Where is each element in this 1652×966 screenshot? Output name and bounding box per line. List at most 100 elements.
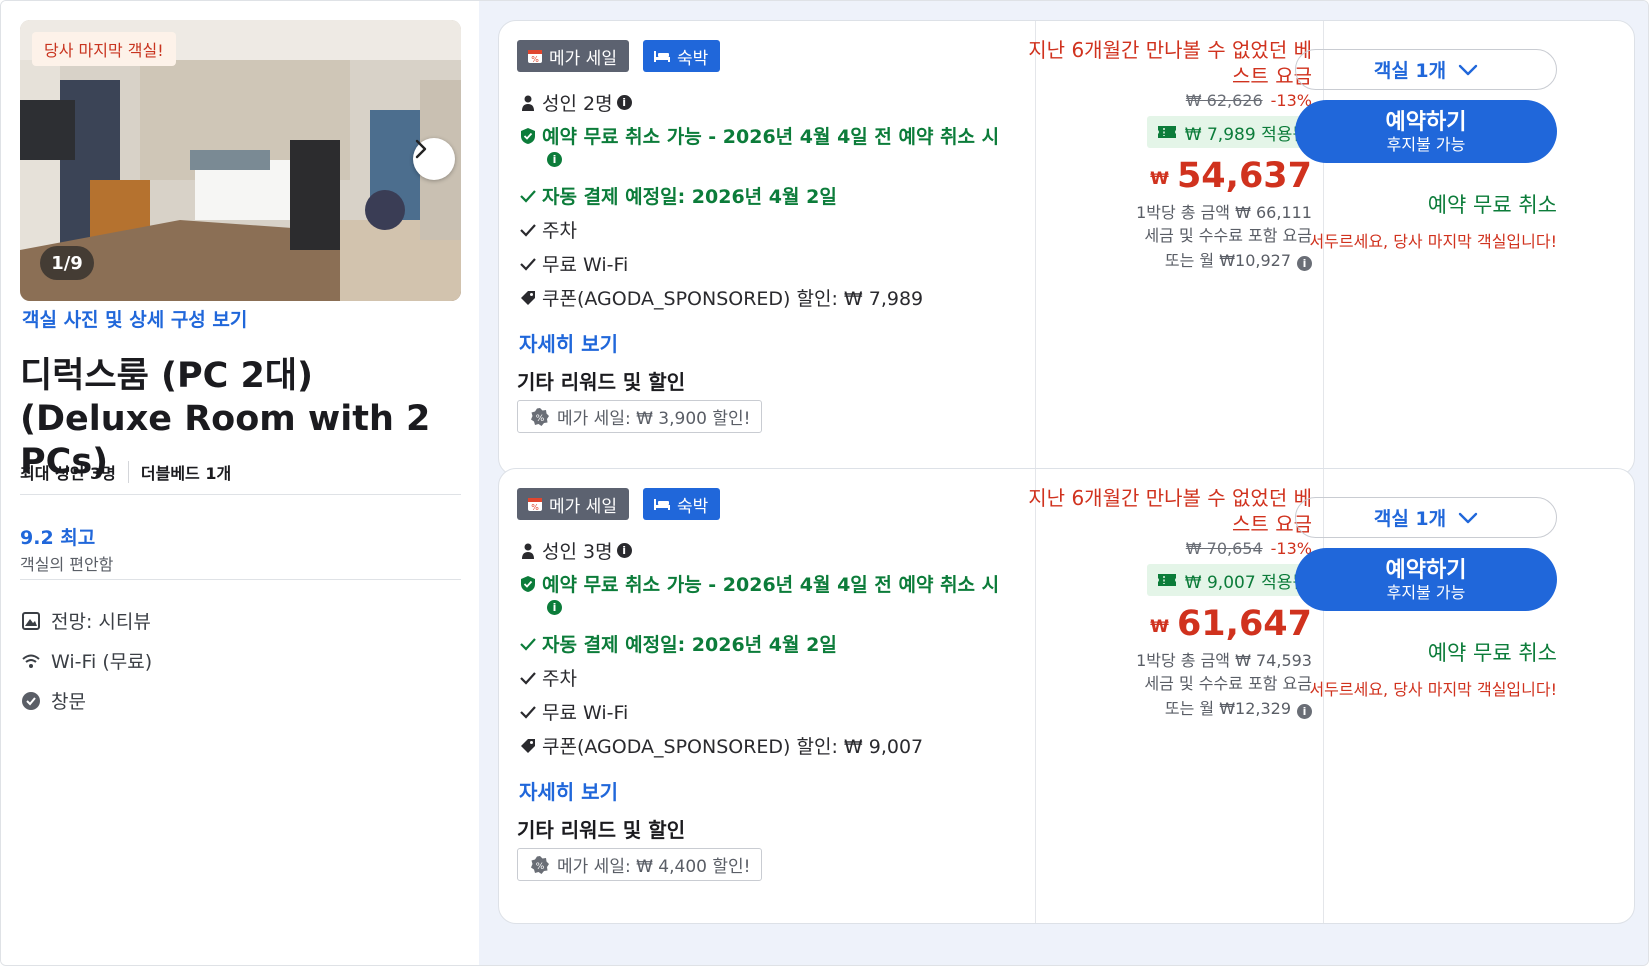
coupon-text: 쿠폰(AGODA_SPONSORED) 할인: ₩ 7,989 [542, 288, 924, 310]
more-details-link[interactable]: 자세히 보기 [519, 776, 618, 805]
photo-counter: 1/9 [40, 246, 94, 280]
room-summary: 당사 마지막 객실! 1/9 객실 사진 및 상세 구성 보기 디럭스룸 (PC… [1, 1, 479, 965]
parking-line: 주차 [517, 216, 577, 243]
next-photo-button[interactable] [413, 138, 455, 180]
book-button-label: 예약하기 [1385, 557, 1467, 583]
coupon-text: 쿠폰(AGODA_SPONSORED) 할인: ₩ 9,007 [542, 736, 924, 758]
amenity-label: 창문 [51, 691, 86, 713]
amenity-window: 창문 [20, 687, 86, 714]
info-icon[interactable]: i [547, 600, 562, 615]
room-photo[interactable]: 당사 마지막 객실! 1/9 [20, 20, 461, 301]
check-icon [517, 705, 539, 719]
review-score[interactable]: 9.2 최고 [20, 523, 95, 550]
divider [20, 579, 461, 580]
info-icon[interactable]: i [1297, 256, 1312, 271]
room-count-select[interactable]: 객실 1개 [1295, 49, 1557, 90]
mega-sale-text: 메가 세일: ₩ 3,900 할인! [557, 409, 751, 429]
free-cancel-text: 예약 무료 취소 가능 - 2026년 4월 4일 전 예약 취소 시 [542, 574, 1000, 596]
wifi-line: 무료 Wi-Fi [517, 698, 628, 725]
tag-label: 숙박 [677, 496, 709, 517]
tax-note: 세금 및 수수료 포함 요금 [1144, 674, 1312, 693]
stay-tag: 숙박 [643, 488, 721, 520]
room-count-label: 객실 1개 [1373, 60, 1447, 82]
last-room-warning: 서두르세요, 당사 마지막 객실입니다! [1309, 232, 1557, 251]
guests-label: 성인 2명 [542, 93, 613, 115]
calendar-percent-icon: % [527, 48, 543, 64]
book-button-sublabel: 후지불 가능 [1386, 134, 1466, 154]
mega-sale-tag: % 메가 세일 [517, 488, 629, 520]
person-icon [517, 543, 539, 559]
mega-sale-chip: % 메가 세일: ₩ 4,400 할인! [517, 848, 763, 881]
wifi-text: 무료 Wi-Fi [542, 254, 629, 276]
room-count-select[interactable]: 객실 1개 [1295, 497, 1557, 538]
monthly-price-row: 또는 월 ₩10,927 i [1039, 247, 1312, 271]
check-circle-icon [20, 690, 42, 712]
room-listing: 당사 마지막 객실! 1/9 객실 사진 및 상세 구성 보기 디럭스룸 (PC… [0, 0, 1649, 966]
view-icon [20, 610, 42, 632]
chevron-down-icon [1458, 64, 1478, 76]
divider [1035, 469, 1036, 923]
last-room-warning: 서두르세요, 당사 마지막 객실입니다! [1309, 680, 1557, 699]
coupon-applied-text: ₩ 7,989 적용됨 [1184, 124, 1308, 145]
bed-icon [653, 497, 671, 511]
tag-label: 숙박 [677, 48, 709, 69]
original-price: ₩ 62,626 [1185, 91, 1263, 110]
book-button-label: 예약하기 [1385, 109, 1467, 135]
offer-card: % 메가 세일 숙박 성인 3명 i 예약 무료 취소 가능 - 2026년 4… [498, 468, 1635, 924]
free-cancel-note: 예약 무료 취소 [1427, 193, 1557, 217]
check-icon [517, 257, 539, 271]
per-night-total: 1박당 총 금액 ₩ 74,593 [1136, 651, 1312, 670]
parking-text: 주차 [542, 668, 577, 690]
check-icon [517, 671, 539, 685]
amenity-label: Wi-Fi (무료) [51, 651, 153, 673]
coupon-line: 쿠폰(AGODA_SPONSORED) 할인: ₩ 9,007 [517, 732, 923, 759]
ticket-icon [1157, 573, 1177, 587]
svg-text:%: % [531, 55, 539, 64]
free-cancel-note: 예약 무료 취소 [1427, 641, 1557, 665]
mega-sale-text: 메가 세일: ₩ 4,400 할인! [557, 857, 751, 877]
coupon-applied-text: ₩ 9,007 적용됨 [1184, 572, 1308, 593]
best-price-label: 지난 6개월간 만나볼 수 없었던 베스트 요금 [1028, 486, 1312, 536]
calendar-percent-icon: % [527, 496, 543, 512]
monthly-price: 또는 월 ₩12,329 [1164, 699, 1291, 718]
guests-label: 성인 3명 [542, 541, 613, 563]
original-price-row: ₩ 70,654 -13% [1039, 539, 1312, 558]
badge-percent-icon: % [530, 855, 550, 875]
room-specs: 최대 성인 3명 더블베드 1개 [20, 460, 231, 484]
amenity-view: 전망: 시티뷰 [20, 607, 151, 634]
original-price: ₩ 70,654 [1185, 539, 1263, 558]
info-icon[interactable]: i [1297, 704, 1312, 719]
book-button[interactable]: 예약하기 후지불 가능 [1295, 548, 1557, 611]
info-icon[interactable]: i [616, 95, 632, 110]
info-icon[interactable]: i [616, 543, 632, 558]
tag-label: 메가 세일 [549, 496, 617, 517]
free-cancel-line: 예약 무료 취소 가능 - 2026년 4월 4일 전 예약 취소 시 [517, 570, 999, 597]
rewards-title: 기타 리워드 및 할인 [517, 370, 686, 394]
photo-details-link[interactable]: 객실 사진 및 상세 구성 보기 [22, 305, 247, 332]
check-icon [517, 223, 539, 237]
bed-icon [653, 49, 671, 63]
final-price: ₩61,647 [1039, 603, 1312, 648]
svg-text:%: % [536, 862, 545, 872]
monthly-price: 또는 월 ₩10,927 [1164, 251, 1291, 270]
book-button[interactable]: 예약하기 후지불 가능 [1295, 100, 1557, 163]
free-cancel-info: i [543, 152, 562, 167]
more-details-link[interactable]: 자세히 보기 [519, 328, 618, 357]
final-price-value: 54,637 [1176, 156, 1312, 196]
amenity-wifi: Wi-Fi (무료) [20, 647, 152, 674]
tag-label: 메가 세일 [549, 48, 617, 69]
divider [1035, 21, 1036, 475]
monthly-price-row: 또는 월 ₩12,329 i [1039, 695, 1312, 719]
final-price-value: 61,647 [1176, 604, 1312, 644]
coupon-line: 쿠폰(AGODA_SPONSORED) 할인: ₩ 7,989 [517, 284, 923, 311]
currency-symbol: ₩ [1150, 169, 1169, 189]
book-button-sublabel: 후지불 가능 [1386, 582, 1466, 602]
info-icon[interactable]: i [547, 152, 562, 167]
per-night-total: 1박당 총 금액 ₩ 66,111 [1136, 203, 1312, 222]
divider [20, 494, 461, 495]
auto-pay-text: 자동 결제 예정일: 2026년 4월 2일 [542, 186, 837, 208]
rewards-title: 기타 리워드 및 할인 [517, 818, 686, 842]
wifi-text: 무료 Wi-Fi [542, 702, 629, 724]
mega-sale-tag: % 메가 세일 [517, 40, 629, 72]
stay-tag: 숙박 [643, 40, 721, 72]
